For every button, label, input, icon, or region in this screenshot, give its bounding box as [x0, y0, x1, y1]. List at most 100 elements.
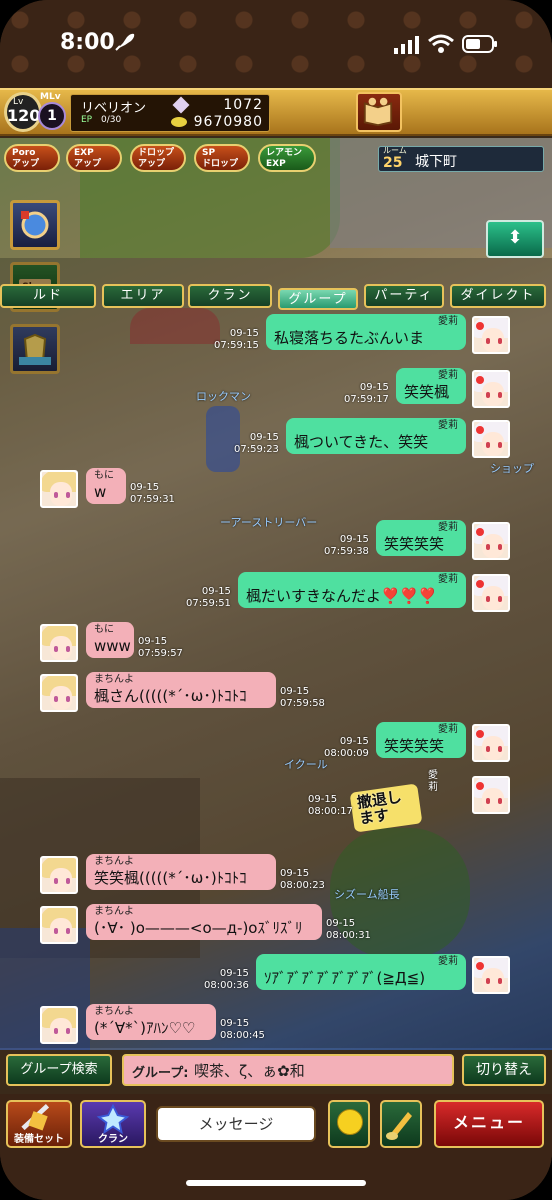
message-time: 08:00:36: [204, 980, 249, 991]
tab-world[interactable]: ルド: [0, 284, 96, 308]
message-date: 09-15: [280, 868, 310, 879]
battery-icon: [462, 35, 497, 53]
stamp-button[interactable]: [380, 1100, 422, 1148]
message-bubble[interactable]: まちんよ (･∀･ )o———<o—д-)oｽﾞﾘｽﾞﾘ: [86, 904, 322, 940]
avatar[interactable]: [472, 420, 510, 458]
gem-count: 1072: [223, 97, 263, 113]
gold-count: 9670980: [193, 114, 263, 130]
sender-name: 愛莉: [438, 420, 458, 431]
avatar[interactable]: [472, 370, 510, 408]
timestamp: 09-15 08:00:23: [280, 868, 325, 892]
avatar[interactable]: [472, 522, 510, 560]
message-text: w: [94, 483, 107, 501]
avatar[interactable]: [472, 316, 510, 354]
avatar[interactable]: [40, 674, 78, 712]
drop-up-boost[interactable]: ドロップ アップ: [130, 144, 186, 172]
avatar[interactable]: [472, 956, 510, 994]
smile-icon: [337, 1109, 363, 1135]
sender-name: 愛莉: [438, 724, 458, 735]
message-input[interactable]: メッセージ: [156, 1106, 316, 1142]
avatar[interactable]: [40, 1006, 78, 1044]
message-bubble[interactable]: まちんよ 笑笑楓(((((*´･ω･)ﾄｺﾄｺ: [86, 854, 276, 890]
avatar[interactable]: [472, 574, 510, 612]
npc-label: ショップ: [490, 462, 534, 475]
message-bubble[interactable]: 愛莉 ｿｱﾞｱﾞｱﾞｱﾞｱﾞｱﾞｱﾞ(≧Д≦): [256, 954, 466, 990]
tab-clan[interactable]: クラン: [188, 284, 272, 308]
sender-name: まちんよ: [94, 674, 134, 685]
flower-icon: [476, 580, 484, 588]
message-time: 07:59:23: [234, 444, 279, 455]
message-bubble[interactable]: 愛莉 笑笑笑笑: [376, 722, 466, 758]
message-bubble[interactable]: もに www: [86, 622, 134, 658]
tab-group[interactable]: グループ: [278, 288, 358, 310]
sp-drop-boost[interactable]: SP ドロップ: [194, 144, 250, 172]
avatar[interactable]: [472, 776, 510, 814]
room-indicator[interactable]: ルーム 25 城下町: [378, 146, 544, 172]
cellular-signal-icon: [394, 36, 419, 54]
current-group-bar[interactable]: グループ: 喫茶、ζ、ぁ✿和: [122, 1054, 454, 1086]
poro-up-boost[interactable]: Poro アップ: [4, 144, 60, 172]
home-indicator[interactable]: [186, 1180, 366, 1186]
message-bubble[interactable]: まちんよ (*´∀*`)ｱﾊﾝ♡♡: [86, 1004, 216, 1040]
events-button[interactable]: [10, 200, 60, 250]
message-time: 07:59:15: [214, 340, 259, 351]
message-date: 09-15: [280, 686, 310, 697]
flower-icon: [476, 322, 484, 330]
equip-set-button[interactable]: 装備セット: [6, 1100, 72, 1148]
group-search-button[interactable]: グループ検索: [6, 1054, 112, 1086]
message-time: 08:00:31: [326, 930, 371, 941]
timestamp: 09-15 07:59:15: [214, 328, 259, 352]
message-time: 07:59:51: [186, 598, 231, 609]
message-text: 楓ついてきた、笑笑: [294, 433, 429, 451]
message-text: ｿｱﾞｱﾞｱﾞｱﾞｱﾞｱﾞｱﾞ(≧Д≦): [264, 969, 426, 987]
raremon-exp-boost[interactable]: レアモン EXP: [258, 144, 316, 172]
switch-button[interactable]: 切り替え: [462, 1054, 546, 1086]
message-time: 08:00:45: [220, 1030, 265, 1041]
mlv-label: MLv: [40, 92, 61, 102]
timestamp: 09-15 07:59:23: [234, 432, 279, 456]
message-time: 08:00:17: [308, 806, 353, 817]
emoji-button[interactable]: [328, 1100, 370, 1148]
message-bubble[interactable]: もに w: [86, 468, 126, 504]
message-bubble[interactable]: 愛莉 私寝落ちるたぶんいま: [266, 314, 466, 350]
player-info: リベリオン EP 0/30 1072 9670980: [70, 94, 270, 132]
message-text: 笑笑笑笑: [384, 535, 445, 553]
flower-icon: [476, 782, 484, 790]
timestamp: 09-15 07:59:17: [344, 382, 389, 406]
avatar[interactable]: [40, 470, 78, 508]
clan-button[interactable]: クラン: [80, 1100, 146, 1148]
sender-name: もに: [94, 470, 114, 481]
sender-name: もに: [94, 624, 114, 635]
message-bubble[interactable]: 愛莉 楓だいすきなんだよ❣️❣️❣️: [238, 572, 466, 608]
level-badge: Lv 120: [4, 92, 42, 132]
friends-book-button[interactable]: [356, 92, 402, 132]
expand-toggle-button[interactable]: ⬍: [486, 220, 544, 258]
message-date: 09-15: [138, 636, 168, 647]
menu-button[interactable]: メニュー: [434, 1100, 544, 1148]
sender-name: まちんよ: [94, 856, 134, 867]
message-text: 楓さん(((((*´･ω･)ﾄｺﾄｺ: [94, 687, 247, 705]
tab-area[interactable]: エリア: [102, 284, 184, 308]
tab-direct[interactable]: ダイレクト: [450, 284, 546, 308]
message-bubble[interactable]: 愛莉 笑笑楓: [396, 368, 466, 404]
avatar[interactable]: [472, 724, 510, 762]
message-date: 09-15: [249, 432, 279, 443]
tab-party[interactable]: パーティ: [364, 284, 444, 308]
message-text: (*´∀*`)ｱﾊﾝ♡♡: [94, 1019, 196, 1037]
level-value: 120: [7, 106, 41, 125]
message-date: 09-15: [229, 328, 259, 339]
message-time: 08:00:23: [280, 880, 325, 891]
message-bubble[interactable]: 愛莉 笑笑笑笑: [376, 520, 466, 556]
message-date: 09-15: [219, 968, 249, 979]
avatar[interactable]: [40, 624, 78, 662]
player-status-bar: Lv 120 MLv 1 リベリオン EP 0/30 1072 9670980: [0, 88, 552, 136]
timestamp: 09-15 07:59:57: [138, 636, 183, 660]
message-bubble[interactable]: 愛莉 楓ついてきた、笑笑: [286, 418, 466, 454]
exp-up-boost[interactable]: EXP アップ: [66, 144, 122, 172]
avatar[interactable]: [40, 856, 78, 894]
avatar[interactable]: [40, 906, 78, 944]
message-date: 09-15: [130, 482, 160, 493]
message-bubble[interactable]: まちんよ楓さん(((((*´･ω･)ﾄｺﾄｺ: [86, 672, 276, 708]
timestamp: 09-15 07:59:51: [186, 586, 231, 610]
medal-icon: [21, 211, 49, 239]
